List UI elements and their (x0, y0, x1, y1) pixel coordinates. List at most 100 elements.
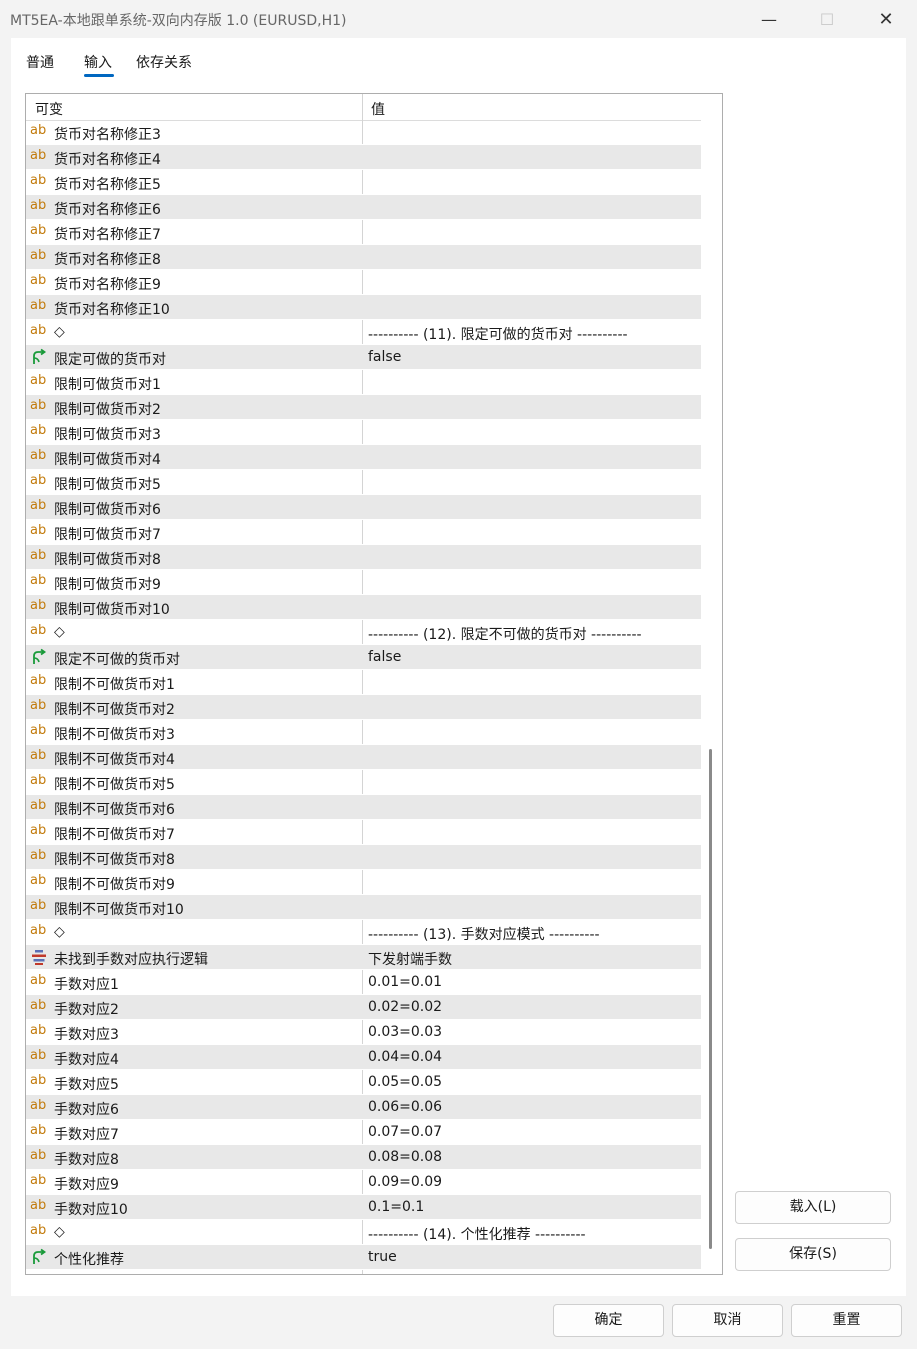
table-row[interactable]: ab 货币对名称修正3 (26, 120, 701, 145)
parameter-name: 限制不可做货币对4 (54, 752, 175, 768)
parameter-value[interactable]: false (368, 349, 401, 365)
table-row[interactable]: ab 限制不可做货币对7 (26, 820, 701, 845)
parameter-name: 手数对应9 (54, 1177, 119, 1193)
vertical-scrollbar[interactable] (701, 94, 722, 1274)
table-row[interactable]: ab 手数对应8 0.08=0.08 (26, 1145, 701, 1170)
parameter-value[interactable]: false (368, 649, 401, 665)
parameter-value[interactable]: 0.08=0.08 (368, 1149, 442, 1165)
table-row[interactable]: ab 手数对应9 0.09=0.09 (26, 1170, 701, 1195)
load-button[interactable]: 载入(L) (735, 1191, 891, 1224)
table-row[interactable]: ab 限制不可做货币对9 (26, 870, 701, 895)
table-row[interactable]: ab 货币对名称修正4 (26, 145, 701, 170)
table-row[interactable]: ab 货币对名称修正6 (26, 195, 701, 220)
column-header-variable[interactable]: 可变 (35, 99, 63, 119)
table-row[interactable]: 未找到手数对应执行逻辑 下发射端手数 (26, 945, 701, 970)
parameter-value[interactable]: 0.03=0.03 (368, 1024, 442, 1040)
table-row[interactable]: 限定不可做的货币对 false (26, 645, 701, 670)
ok-button[interactable]: 确定 (553, 1304, 664, 1337)
table-row[interactable]: ab 限制可做货币对2 (26, 395, 701, 420)
table-row[interactable]: ab 限制可做货币对3 (26, 420, 701, 445)
string-ab-icon: ab (30, 148, 47, 163)
table-row[interactable]: ab 限制可做货币对4 (26, 445, 701, 470)
table-row[interactable]: ab 限制不可做货币对1 (26, 670, 701, 695)
parameter-value[interactable]: 0.01=0.01 (368, 974, 442, 990)
parameter-name: 限制可做货币对3 (54, 427, 161, 443)
parameter-value[interactable]: 0.04=0.04 (368, 1049, 442, 1065)
parameter-name: 限制不可做货币对6 (54, 802, 175, 818)
string-ab-icon: ab (30, 323, 47, 338)
minimize-icon[interactable]: — (740, 0, 798, 38)
table-row[interactable]: ab 限制不可做货币对10 (26, 895, 701, 920)
table-row[interactable]: ab 限制不可做货币对8 (26, 845, 701, 870)
table-row[interactable]: ab ◇ ---------- (13). 手数对应模式 ---------- (26, 920, 701, 945)
table-row[interactable]: ab 限制可做货币对7 (26, 520, 701, 545)
table-row[interactable]: ab ◇ ---------- (12). 限定不可做的货币对 ---------- (26, 620, 701, 645)
string-ab-icon: ab (30, 1198, 47, 1213)
table-row[interactable]: ab 货币对名称修正10 (26, 295, 701, 320)
table-row[interactable]: ab 限制可做货币对9 (26, 570, 701, 595)
table-row[interactable]: ab 限制不可做货币对6 (26, 795, 701, 820)
table-row[interactable]: 限定可做的货币对 false (26, 345, 701, 370)
parameter-name: 货币对名称修正5 (54, 177, 161, 193)
table-row[interactable]: ab 手数对应6 0.06=0.06 (26, 1095, 701, 1120)
close-icon[interactable]: ✕ (857, 0, 915, 38)
parameter-value[interactable]: 0.09=0.09 (368, 1174, 442, 1190)
string-ab-icon: ab (30, 748, 47, 763)
string-ab-icon: ab (30, 1223, 47, 1238)
parameter-name: 货币对名称修正10 (54, 302, 170, 318)
table-row[interactable]: ab 手数对应2 0.02=0.02 (26, 995, 701, 1020)
scrollbar-thumb[interactable] (709, 749, 712, 1249)
table-row[interactable]: ab 手数对应7 0.07=0.07 (26, 1120, 701, 1145)
table-row[interactable]: ab ◇ ---------- (11). 限定可做的货币对 ---------- (26, 320, 701, 345)
table-row[interactable]: ab 限制可做货币对1 (26, 370, 701, 395)
parameter-name: 货币对名称修正6 (54, 202, 161, 218)
table-row[interactable]: ab 限制可做货币对10 (26, 595, 701, 620)
parameter-value[interactable]: 0.07=0.07 (368, 1124, 442, 1140)
parameter-name: 限制可做货币对6 (54, 502, 161, 518)
string-ab-icon: ab (30, 448, 47, 463)
table-row[interactable]: ab 货币对名称修正9 (26, 270, 701, 295)
tab-common[interactable]: 普通 (26, 52, 54, 72)
parameter-value[interactable]: ---------- (11). 限定可做的货币对 ---------- (368, 324, 628, 344)
save-button[interactable]: 保存(S) (735, 1238, 891, 1271)
parameter-value[interactable]: ---------- (12). 限定不可做的货币对 ---------- (368, 624, 642, 644)
tab-inputs[interactable]: 输入 (84, 52, 112, 72)
string-ab-icon: ab (30, 248, 47, 263)
parameter-value[interactable]: ---------- (13). 手数对应模式 ---------- (368, 924, 600, 944)
parameter-name: ◇ (54, 624, 65, 640)
table-row[interactable]: ab 货币对名称修正8 (26, 245, 701, 270)
table-row[interactable]: ab 货币对名称修正5 (26, 170, 701, 195)
parameter-value[interactable]: 0.02=0.02 (368, 999, 442, 1015)
parameter-name: 货币对名称修正4 (54, 152, 161, 168)
table-row[interactable]: ab ◇ ---------- (14). 个性化推荐 ---------- (26, 1220, 701, 1245)
table-row[interactable]: ab 手数对应1 0.01=0.01 (26, 970, 701, 995)
column-header-value[interactable]: 值 (371, 99, 385, 119)
parameter-value[interactable]: true (368, 1249, 397, 1265)
table-row[interactable]: ab 限制不可做货币对4 (26, 745, 701, 770)
cancel-button[interactable]: 取消 (672, 1304, 783, 1337)
parameter-name: 货币对名称修正3 (54, 127, 161, 143)
table-row[interactable]: ab 货币对名称修正7 (26, 220, 701, 245)
table-row[interactable]: ab 手数对应5 0.05=0.05 (26, 1070, 701, 1095)
table-row[interactable]: ab 限制可做货币对8 (26, 545, 701, 570)
table-row[interactable]: ab 限制可做货币对6 (26, 495, 701, 520)
parameter-value[interactable]: 下发射端手数 (368, 949, 452, 969)
table-row[interactable]: ab 手数对应3 0.03=0.03 (26, 1020, 701, 1045)
parameter-value[interactable]: 0.05=0.05 (368, 1074, 442, 1090)
string-ab-icon: ab (30, 823, 47, 838)
parameter-value[interactable]: ---------- (14). 个性化推荐 ---------- (368, 1224, 586, 1244)
window-title: MT5EA-本地跟单系统-双向内存版 1.0 (EURUSD,H1) (10, 13, 347, 29)
table-row[interactable]: 个性化推荐 true (26, 1245, 701, 1270)
maximize-icon[interactable]: ☐ (798, 0, 856, 38)
table-row[interactable]: ab 手数对应4 0.04=0.04 (26, 1045, 701, 1070)
parameter-name: 限制可做货币对8 (54, 552, 161, 568)
table-row[interactable]: ab 限制可做货币对5 (26, 470, 701, 495)
table-row[interactable]: ab 手数对应10 0.1=0.1 (26, 1195, 701, 1220)
reset-button[interactable]: 重置 (791, 1304, 902, 1337)
tab-dependencies[interactable]: 依存关系 (136, 52, 192, 72)
table-row[interactable]: ab 限制不可做货币对2 (26, 695, 701, 720)
table-row[interactable]: ab 限制不可做货币对3 (26, 720, 701, 745)
parameter-value[interactable]: 0.1=0.1 (368, 1199, 424, 1215)
table-row[interactable]: ab 限制不可做货币对5 (26, 770, 701, 795)
parameter-value[interactable]: 0.06=0.06 (368, 1099, 442, 1115)
